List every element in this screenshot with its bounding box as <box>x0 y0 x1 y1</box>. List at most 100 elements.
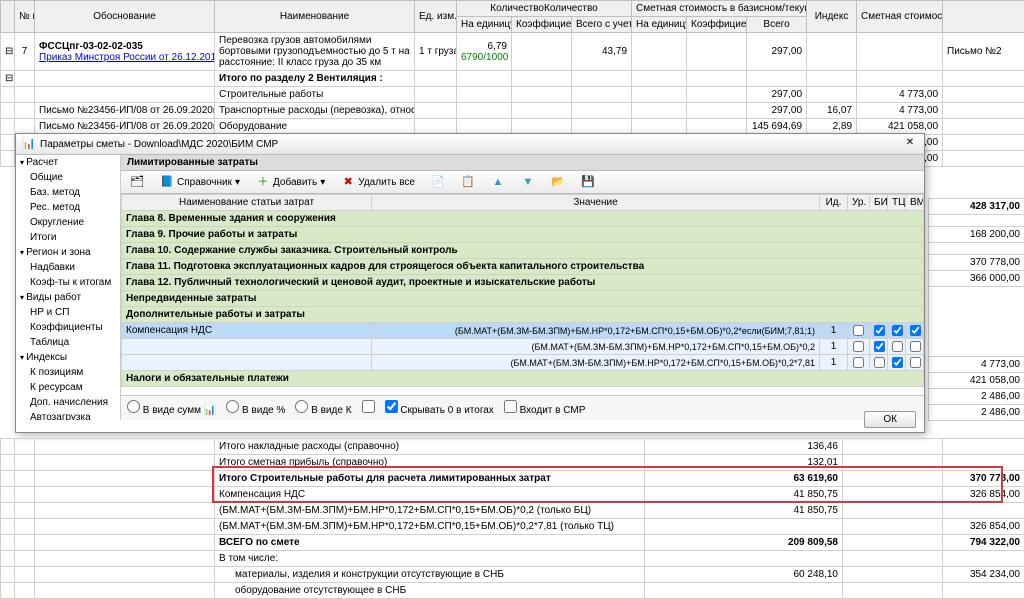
taxes-row: Налоги и обязательные платежи <box>122 371 924 387</box>
tree-item[interactable]: НР и СП <box>16 305 120 320</box>
copy-button[interactable]: 📄 <box>426 173 450 191</box>
table-row: (БМ.МАТ+(БМ.ЗМ-БМ.ЗПМ)+БМ.НР*0,172+БМ.СП… <box>1 503 1024 519</box>
col-article: Наименование статьи затрат <box>122 195 372 211</box>
toolbar: 🗂 📘Справочник ▾ ＋Добавить ▾ ✖Удалить все… <box>121 171 924 194</box>
tree-group-works[interactable]: Виды работ <box>16 290 120 305</box>
paste-button[interactable]: 📋 <box>456 173 480 191</box>
save-button[interactable]: 💾 <box>576 173 600 191</box>
book-icon: 📘 <box>160 175 174 189</box>
col-obo: Обоснование <box>35 1 215 33</box>
chk-hide-formula[interactable] <box>362 400 375 416</box>
copy-icon: 📄 <box>431 175 445 189</box>
radio-pct[interactable]: В виде % <box>226 400 285 416</box>
tree-item[interactable]: Коэф-ты к итогам <box>16 275 120 290</box>
bottom-grid-body[interactable]: Итого накладные расходы (справочно)136,4… <box>1 439 1024 599</box>
dialog-titlebar[interactable]: 📊 Параметры сметы - Download\МДС 2020\БИ… <box>16 134 924 155</box>
tc-checkbox[interactable] <box>892 325 903 336</box>
col-idx: Индекс <box>807 1 857 33</box>
tree-icon: 🗂 <box>130 175 144 189</box>
tree-group-region[interactable]: Регион и зона <box>16 245 120 260</box>
bm-checkbox[interactable] <box>910 357 921 368</box>
table-row: (БМ.МАТ+(БМ.ЗМ-БМ.ЗПМ)+БМ.НР*0,172+БМ.СП… <box>1 519 1024 535</box>
tree-group-calc[interactable]: Расчет <box>16 155 120 170</box>
table-row: Итого Строительные работы для расчета ли… <box>1 471 1024 487</box>
expand-button[interactable]: 🗂 <box>125 173 149 191</box>
tree-item[interactable]: Таблица <box>16 335 120 350</box>
dialog-title: Параметры сметы - Download\МДС 2020\БИМ … <box>40 139 278 150</box>
arrow-up-icon: ▲ <box>491 175 505 189</box>
tree-item[interactable]: Округление <box>16 215 120 230</box>
ok-button[interactable]: ОК <box>864 411 916 428</box>
close-icon[interactable]: ✕ <box>902 136 918 152</box>
col-ed: Ед. изм. <box>415 1 457 33</box>
tc-checkbox[interactable] <box>892 341 903 352</box>
bm-checkbox[interactable] <box>910 325 921 336</box>
col-bm: ВМ <box>906 195 924 211</box>
tree-item[interactable]: Рес. метод <box>16 200 120 215</box>
tree-item[interactable]: Общие <box>16 170 120 185</box>
table-row: материалы, изделия и конструкции отсутст… <box>1 567 1024 583</box>
folder-icon: 📂 <box>551 175 565 189</box>
down-button[interactable]: ▼ <box>516 173 540 191</box>
bi-checkbox[interactable] <box>874 341 885 352</box>
tree-item[interactable]: Автозагрузка <box>16 410 120 420</box>
ur-checkbox[interactable] <box>853 325 864 336</box>
table-row: ⊟ 7 ФССЦпг-03-02-02-035Приказ Минстроя Р… <box>1 33 1024 71</box>
chapter-row: Глава 8. Временные здания и сооружения <box>122 211 924 227</box>
limit-grid[interactable]: Наименование статьи затрат Значение Ид. … <box>121 194 924 387</box>
col-qty: КоличествоКоличество <box>457 1 632 17</box>
bi-checkbox[interactable] <box>874 325 885 336</box>
chapter-row: Глава 12. Публичный технологический и це… <box>122 275 924 291</box>
table-row: оборудование отсутствующее в СНБ <box>1 583 1024 599</box>
tree-item[interactable]: Коэффициенты <box>16 320 120 335</box>
formula-row: (БМ.МАТ+(БМ.ЗМ-БМ.ЗПМ)+БМ.НР*0,172+БМ.СП… <box>122 339 924 355</box>
col-value: Значение <box>372 195 820 211</box>
delete-all-button[interactable]: ✖Удалить все <box>336 173 420 191</box>
tree-item[interactable]: Доп. начисления <box>16 395 120 410</box>
radio-sum[interactable]: В виде сумм 📊 <box>127 400 216 416</box>
table-row: Письмо №23456-ИП/08 от 26.09.2020г п.23Т… <box>1 103 1024 119</box>
disk-icon: 💾 <box>581 175 595 189</box>
dialog-footer: В виде сумм 📊 В виде % В виде К Скрывать… <box>121 395 924 420</box>
chapter-row: Глава 9. Прочие работы и затраты <box>122 227 924 243</box>
tree-item[interactable]: Итоги <box>16 230 120 245</box>
tree-item[interactable]: К ресурсам <box>16 380 120 395</box>
help-button[interactable]: 📘Справочник ▾ <box>155 173 245 191</box>
chk-smr[interactable]: Входит в СМР <box>504 400 586 416</box>
ur-checkbox[interactable] <box>853 357 864 368</box>
col-bi: БИ <box>870 195 888 211</box>
tree-item[interactable]: К позициям <box>16 365 120 380</box>
plus-icon: ＋ <box>256 175 270 189</box>
tree-item[interactable]: Баз. метод <box>16 185 120 200</box>
table-row: Итого накладные расходы (справочно)136,4… <box>1 439 1024 455</box>
params-dialog: 📊 Параметры сметы - Download\МДС 2020\БИ… <box>15 133 925 433</box>
table-row: ВСЕГО по смете209 809,58794 322,00 <box>1 535 1024 551</box>
tree-item[interactable]: Надбавки <box>16 260 120 275</box>
chk-hide-zero[interactable]: Скрывать 0 в итогах <box>385 400 494 416</box>
table-row: ⊟Итого по разделу 2 Вентиляция : <box>1 71 1024 87</box>
col-tc: ТЦ <box>888 195 906 211</box>
bi-checkbox[interactable] <box>874 357 885 368</box>
settings-tree[interactable]: Расчет Общие Баз. метод Рес. метод Округ… <box>16 155 121 420</box>
table-row: Итого сметная прибыль (справочно)132,01 <box>1 455 1024 471</box>
paste-icon: 📋 <box>461 175 475 189</box>
add-button[interactable]: ＋Добавить ▾ <box>251 173 330 191</box>
chapter-row: Глава 10. Содержание службы заказчика. С… <box>122 243 924 259</box>
bm-checkbox[interactable] <box>910 341 921 352</box>
col-id: Ид. <box>820 195 848 211</box>
radio-k[interactable]: В виде К <box>295 400 351 416</box>
ur-checkbox[interactable] <box>853 341 864 352</box>
tc-checkbox[interactable] <box>892 357 903 368</box>
tree-group-idx[interactable]: Индексы <box>16 350 120 365</box>
open-button[interactable]: 📂 <box>546 173 570 191</box>
col-sv: Сметная стоимость в текущем уровне цен <box>857 1 943 33</box>
col-num: № п.п <box>15 1 35 33</box>
formula-row: (БМ.МАТ+(БМ.ЗМ-БМ.ЗПМ)+БМ.НР*0,172+БМ.СП… <box>122 355 924 371</box>
chapter-row: Непредвиденные затраты <box>122 291 924 307</box>
section-title: Лимитированные затраты <box>121 155 924 171</box>
col-name: Наименование <box>215 1 415 33</box>
col-ur: Ур. <box>848 195 870 211</box>
x-icon: ✖ <box>341 175 355 189</box>
chapter-row: Глава 11. Подготовка эксплуатационных ка… <box>122 259 924 275</box>
up-button[interactable]: ▲ <box>486 173 510 191</box>
